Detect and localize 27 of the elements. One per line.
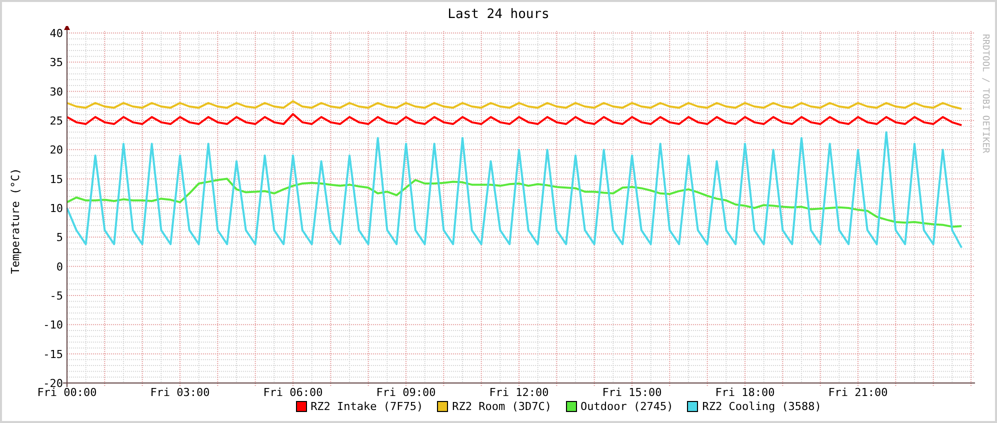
tick-label: 30 xyxy=(50,85,63,98)
legend-label: RZ2 Cooling (3588) xyxy=(702,400,822,413)
tick-label: Fri 06:00 xyxy=(263,386,323,399)
tick-label: -15 xyxy=(43,348,63,361)
tick-label: 15 xyxy=(50,172,63,186)
tick-label: Fri 15:00 xyxy=(602,386,662,399)
tick-label: -10 xyxy=(43,318,63,332)
legend-label: Outdoor (2745) xyxy=(580,400,674,413)
axis-title: Temperature (°C) xyxy=(8,168,22,274)
legend-label: RZ2 Intake (7F75) xyxy=(310,400,424,413)
tick-label: 40 xyxy=(50,27,63,40)
tick-label: 20 xyxy=(50,144,63,157)
credit-text: RRDTOOL / TOBI OETIKER xyxy=(980,34,990,156)
legend-label: RZ2 Room (3D7C) xyxy=(452,400,552,413)
tick-label: Fri 09:00 xyxy=(376,386,436,399)
tick-label: Fri 18:00 xyxy=(715,386,775,399)
tick-label: Fri 00:00 xyxy=(37,386,97,399)
chart-title: Last 24 hours xyxy=(448,7,550,23)
tick-label: Fri 03:00 xyxy=(150,386,210,399)
tick-label: Fri 12:00 xyxy=(489,386,549,399)
tick-label: 10 xyxy=(50,202,63,215)
tick-label: 0 xyxy=(56,260,63,274)
tick-label: 5 xyxy=(56,231,63,244)
tick-label: 25 xyxy=(50,114,63,128)
tick-label: Fri 21:00 xyxy=(828,386,888,399)
tick-label: 35 xyxy=(50,56,63,70)
tick-label: -5 xyxy=(50,290,63,302)
